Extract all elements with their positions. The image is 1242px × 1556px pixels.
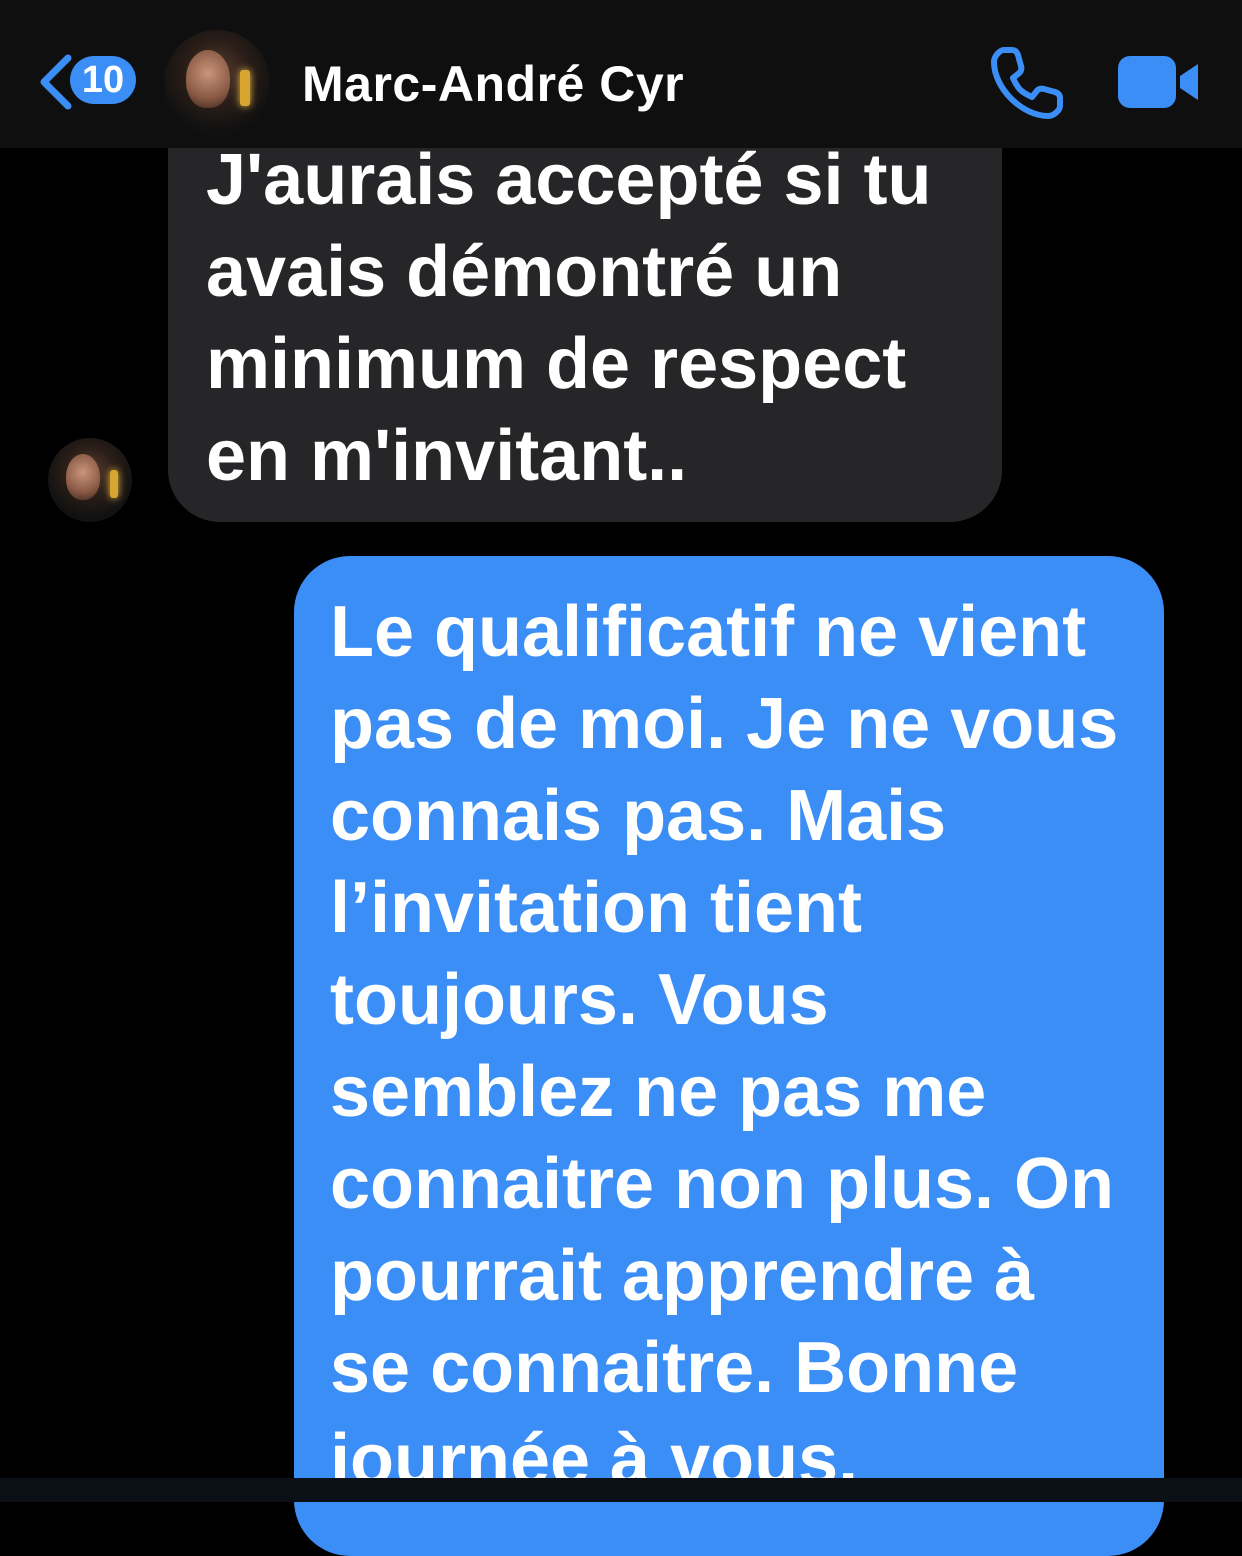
outgoing-message-bubble[interactable]: Le qualificatif ne vient pas de moi. Je …	[294, 556, 1164, 1556]
chevron-left-icon	[40, 54, 72, 110]
back-button[interactable]: 10	[38, 50, 138, 112]
contact-name[interactable]: Marc-André Cyr	[302, 54, 684, 114]
sender-avatar[interactable]	[48, 438, 132, 522]
phone-icon	[991, 47, 1063, 119]
chat-header: 10 Marc-André Cyr	[0, 0, 1242, 148]
bottom-bar	[0, 1478, 1242, 1502]
video-camera-icon	[1118, 56, 1198, 108]
outgoing-message-text: Le qualificatif ne vient pas de moi. Je …	[330, 592, 1119, 1500]
incoming-message-text: J'aurais accepté si tu avais démontré un…	[206, 140, 932, 496]
incoming-message-bubble[interactable]: J'aurais accepté si tu avais démontré un…	[168, 90, 1002, 522]
call-button[interactable]	[990, 44, 1066, 120]
video-call-button[interactable]	[1116, 52, 1202, 112]
unread-count-badge: 10	[70, 56, 136, 104]
contact-avatar[interactable]	[164, 30, 270, 136]
